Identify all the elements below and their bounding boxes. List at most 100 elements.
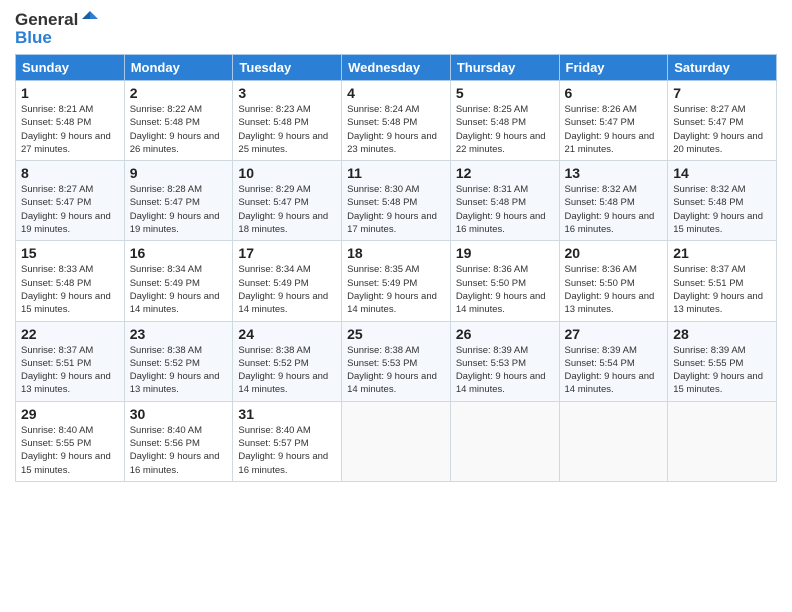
calendar-week-4: 22 Sunrise: 8:37 AMSunset: 5:51 PMDayligh… [16,321,777,401]
day-number: 21 [673,245,771,261]
day-number: 11 [347,165,445,181]
day-info: Sunrise: 8:37 AMSunset: 5:51 PMDaylight:… [673,263,771,316]
day-info: Sunrise: 8:36 AMSunset: 5:50 PMDaylight:… [565,263,663,316]
day-info: Sunrise: 8:27 AMSunset: 5:47 PMDaylight:… [673,103,771,156]
weekday-header-sunday: Sunday [16,55,125,81]
day-info: Sunrise: 8:28 AMSunset: 5:47 PMDaylight:… [130,183,228,236]
day-info: Sunrise: 8:25 AMSunset: 5:48 PMDaylight:… [456,103,554,156]
day-number: 6 [565,85,663,101]
day-number: 15 [21,245,119,261]
day-info: Sunrise: 8:38 AMSunset: 5:52 PMDaylight:… [238,344,336,397]
calendar-cell: 6 Sunrise: 8:26 AMSunset: 5:47 PMDaylight… [559,81,668,161]
calendar-week-2: 8 Sunrise: 8:27 AMSunset: 5:47 PMDaylight… [16,161,777,241]
calendar-week-1: 1Sunrise: 8:21 AMSunset: 5:48 PMDaylight… [16,81,777,161]
logo-icon [80,9,100,29]
day-number: 25 [347,326,445,342]
calendar-cell: 29 Sunrise: 8:40 AMSunset: 5:55 PMDayligh… [16,401,125,481]
day-info: Sunrise: 8:39 AMSunset: 5:54 PMDaylight:… [565,344,663,397]
calendar-cell [559,401,668,481]
calendar-cell: 16 Sunrise: 8:34 AMSunset: 5:49 PMDayligh… [124,241,233,321]
day-number: 16 [130,245,228,261]
day-info: Sunrise: 8:32 AMSunset: 5:48 PMDaylight:… [673,183,771,236]
day-number: 7 [673,85,771,101]
weekday-header-row: SundayMondayTuesdayWednesdayThursdayFrid… [16,55,777,81]
calendar-cell: 28Sunrise: 8:39 AMSunset: 5:55 PMDayligh… [668,321,777,401]
calendar-week-3: 15 Sunrise: 8:33 AMSunset: 5:48 PMDayligh… [16,241,777,321]
calendar-cell: 14 Sunrise: 8:32 AMSunset: 5:48 PMDayligh… [668,161,777,241]
calendar-cell: 5Sunrise: 8:25 AMSunset: 5:48 PMDaylight… [450,81,559,161]
day-number: 31 [238,406,336,422]
day-info: Sunrise: 8:30 AMSunset: 5:48 PMDaylight:… [347,183,445,236]
day-number: 26 [456,326,554,342]
day-number: 8 [21,165,119,181]
calendar-cell: 25 Sunrise: 8:38 AMSunset: 5:53 PMDayligh… [342,321,451,401]
calendar-cell: 15 Sunrise: 8:33 AMSunset: 5:48 PMDayligh… [16,241,125,321]
calendar-cell: 27 Sunrise: 8:39 AMSunset: 5:54 PMDayligh… [559,321,668,401]
day-info: Sunrise: 8:34 AMSunset: 5:49 PMDaylight:… [238,263,336,316]
day-number: 23 [130,326,228,342]
day-number: 24 [238,326,336,342]
calendar-cell: 19Sunrise: 8:36 AMSunset: 5:50 PMDayligh… [450,241,559,321]
calendar-cell: 17 Sunrise: 8:34 AMSunset: 5:49 PMDayligh… [233,241,342,321]
calendar-cell: 11 Sunrise: 8:30 AMSunset: 5:48 PMDayligh… [342,161,451,241]
logo-general: General [15,10,78,30]
calendar-cell: 8 Sunrise: 8:27 AMSunset: 5:47 PMDaylight… [16,161,125,241]
day-number: 13 [565,165,663,181]
calendar-cell: 20Sunrise: 8:36 AMSunset: 5:50 PMDayligh… [559,241,668,321]
day-number: 22 [21,326,119,342]
day-info: Sunrise: 8:40 AMSunset: 5:55 PMDaylight:… [21,424,119,477]
day-info: Sunrise: 8:40 AMSunset: 5:57 PMDaylight:… [238,424,336,477]
day-info: Sunrise: 8:26 AMSunset: 5:47 PMDaylight:… [565,103,663,156]
day-info: Sunrise: 8:38 AMSunset: 5:53 PMDaylight:… [347,344,445,397]
day-number: 29 [21,406,119,422]
day-number: 12 [456,165,554,181]
day-number: 27 [565,326,663,342]
calendar-cell [668,401,777,481]
day-number: 30 [130,406,228,422]
calendar-table: SundayMondayTuesdayWednesdayThursdayFrid… [15,54,777,482]
calendar-cell: 9 Sunrise: 8:28 AMSunset: 5:47 PMDaylight… [124,161,233,241]
day-info: Sunrise: 8:38 AMSunset: 5:52 PMDaylight:… [130,344,228,397]
day-number: 10 [238,165,336,181]
day-info: Sunrise: 8:40 AMSunset: 5:56 PMDaylight:… [130,424,228,477]
calendar-cell: 26 Sunrise: 8:39 AMSunset: 5:53 PMDayligh… [450,321,559,401]
calendar-cell: 23 Sunrise: 8:38 AMSunset: 5:52 PMDayligh… [124,321,233,401]
day-info: Sunrise: 8:33 AMSunset: 5:48 PMDaylight:… [21,263,119,316]
day-info: Sunrise: 8:39 AMSunset: 5:53 PMDaylight:… [456,344,554,397]
calendar-cell: 4Sunrise: 8:24 AMSunset: 5:48 PMDaylight… [342,81,451,161]
header: General Blue [15,10,777,48]
day-info: Sunrise: 8:39 AMSunset: 5:55 PMDaylight:… [673,344,771,397]
day-number: 19 [456,245,554,261]
weekday-header-friday: Friday [559,55,668,81]
calendar-cell: 10 Sunrise: 8:29 AMSunset: 5:47 PMDayligh… [233,161,342,241]
day-number: 3 [238,85,336,101]
calendar-cell: 12 Sunrise: 8:31 AMSunset: 5:48 PMDayligh… [450,161,559,241]
calendar-cell: 3Sunrise: 8:23 AMSunset: 5:48 PMDaylight… [233,81,342,161]
page-container: General Blue SundayMondayTuesdayWednesda… [0,0,792,487]
day-info: Sunrise: 8:35 AMSunset: 5:49 PMDaylight:… [347,263,445,316]
day-info: Sunrise: 8:27 AMSunset: 5:47 PMDaylight:… [21,183,119,236]
calendar-cell: 7 Sunrise: 8:27 AMSunset: 5:47 PMDaylight… [668,81,777,161]
day-info: Sunrise: 8:29 AMSunset: 5:47 PMDaylight:… [238,183,336,236]
calendar-week-5: 29 Sunrise: 8:40 AMSunset: 5:55 PMDayligh… [16,401,777,481]
day-info: Sunrise: 8:37 AMSunset: 5:51 PMDaylight:… [21,344,119,397]
calendar-cell: 22 Sunrise: 8:37 AMSunset: 5:51 PMDayligh… [16,321,125,401]
day-info: Sunrise: 8:31 AMSunset: 5:48 PMDaylight:… [456,183,554,236]
day-info: Sunrise: 8:24 AMSunset: 5:48 PMDaylight:… [347,103,445,156]
day-info: Sunrise: 8:32 AMSunset: 5:48 PMDaylight:… [565,183,663,236]
weekday-header-tuesday: Tuesday [233,55,342,81]
weekday-header-thursday: Thursday [450,55,559,81]
day-info: Sunrise: 8:21 AMSunset: 5:48 PMDaylight:… [21,103,119,156]
day-number: 14 [673,165,771,181]
day-number: 17 [238,245,336,261]
calendar-cell: 21 Sunrise: 8:37 AMSunset: 5:51 PMDayligh… [668,241,777,321]
calendar-cell: 13 Sunrise: 8:32 AMSunset: 5:48 PMDayligh… [559,161,668,241]
calendar-cell: 1Sunrise: 8:21 AMSunset: 5:48 PMDaylight… [16,81,125,161]
calendar-cell: 18 Sunrise: 8:35 AMSunset: 5:49 PMDayligh… [342,241,451,321]
calendar-cell [450,401,559,481]
day-info: Sunrise: 8:34 AMSunset: 5:49 PMDaylight:… [130,263,228,316]
day-number: 9 [130,165,228,181]
day-number: 18 [347,245,445,261]
calendar-cell: 31 Sunrise: 8:40 AMSunset: 5:57 PMDayligh… [233,401,342,481]
weekday-header-saturday: Saturday [668,55,777,81]
